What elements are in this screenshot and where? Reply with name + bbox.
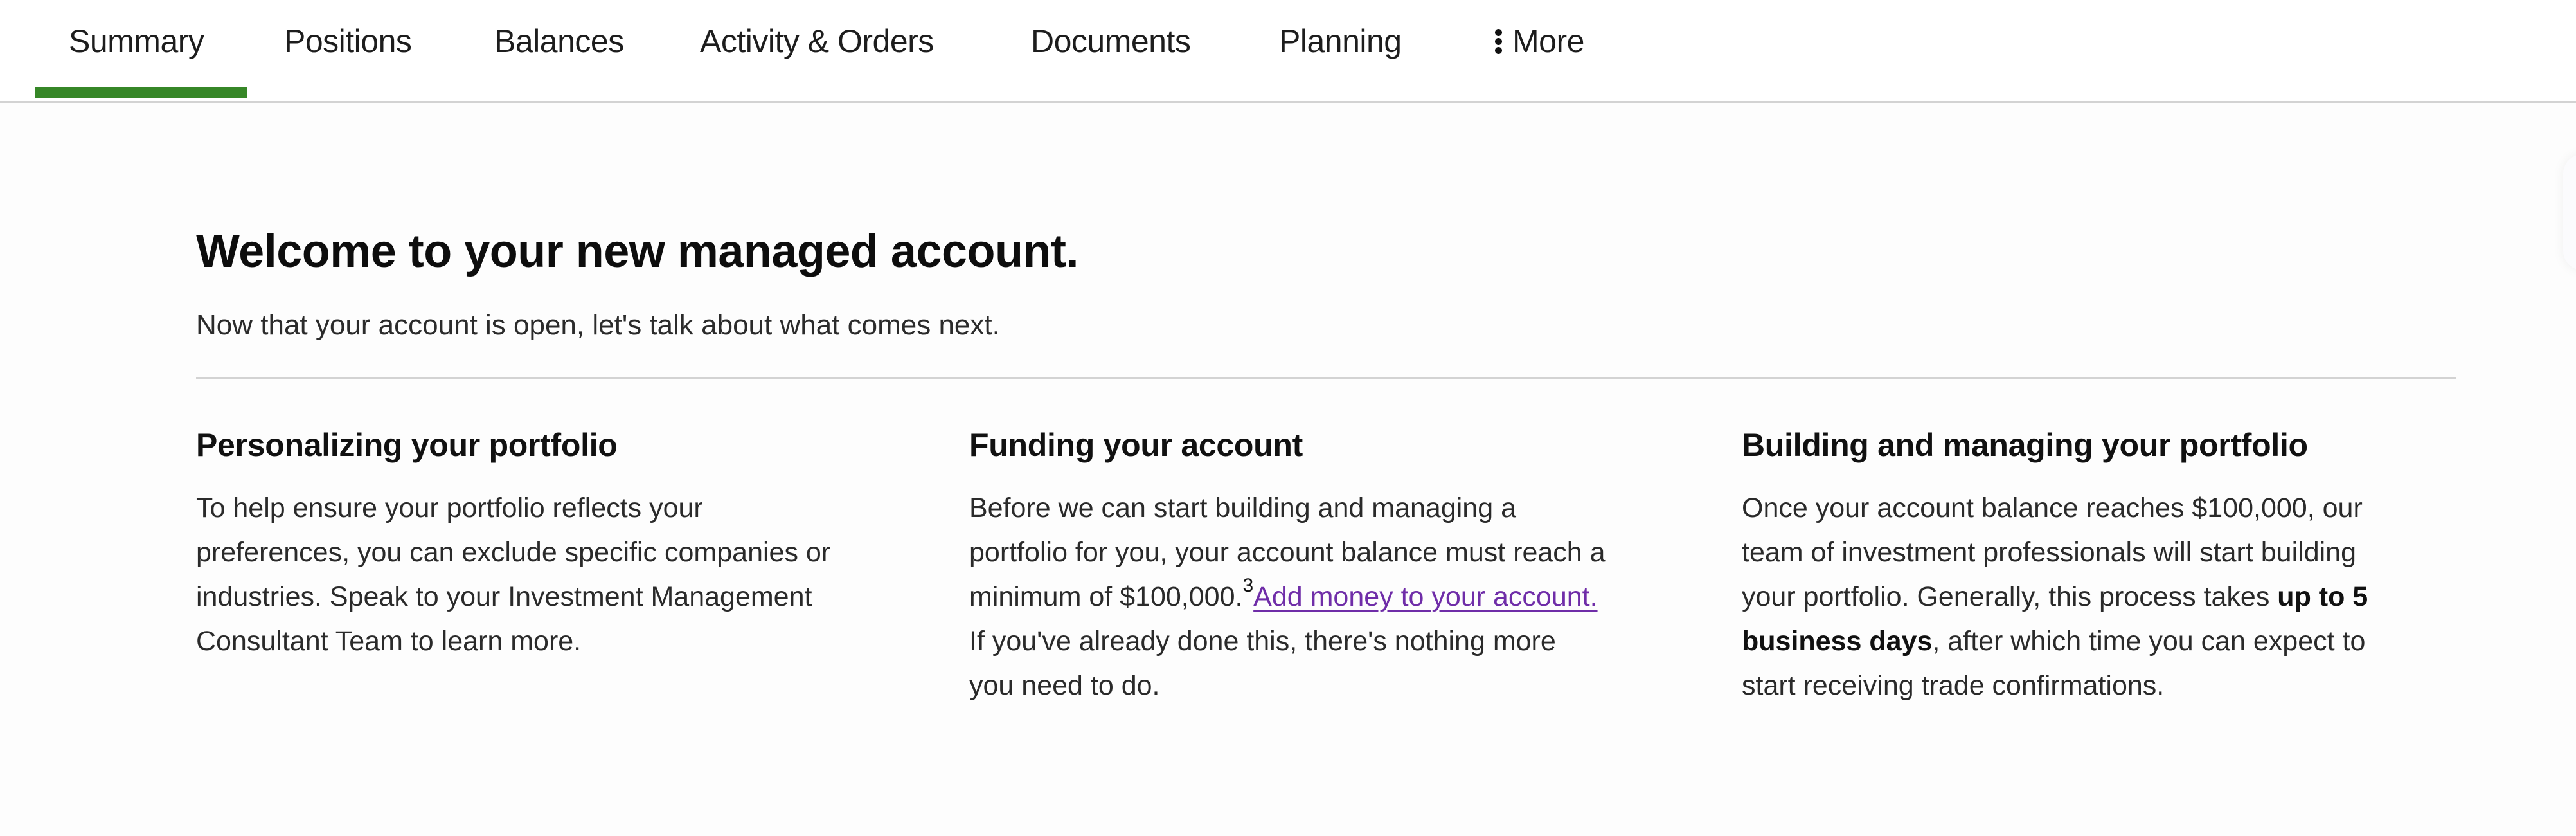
section-heading: Building and managing your portfolio <box>1742 427 2308 463</box>
floating-side-tab[interactable] <box>2563 154 2576 270</box>
funding-section: Funding your account Before we can start… <box>969 423 1683 701</box>
body-line: business days, after which time you can … <box>1742 619 2455 664</box>
body-line: To help ensure your portfolio reflects y… <box>196 493 703 523</box>
body-line: minimum of $100,000.3Add money to your a… <box>969 575 1683 619</box>
section-body: Once your account balance reaches $100,0… <box>1742 486 2455 708</box>
minimum-balance-text: minimum of $100,000. <box>969 581 1243 612</box>
section-body: Before we can start building and managin… <box>969 486 1683 708</box>
body-line: Consultant Team to learn more. <box>196 626 582 657</box>
section-heading: Funding your account <box>969 427 1303 463</box>
body-line: If you've already done this, there's not… <box>969 626 1556 657</box>
personalizing-section: Personalizing your portfolio To help ens… <box>196 423 909 657</box>
tab-more-label: More <box>1512 23 1584 59</box>
add-money-link[interactable]: Add money to your account. <box>1253 581 1597 612</box>
tab-more[interactable]: More <box>1494 19 1584 63</box>
timeframe-bold-2: business days <box>1742 626 1933 657</box>
tab-positions[interactable]: Positions <box>284 19 412 63</box>
body-line: industries. Speak to your Investment Man… <box>196 581 812 612</box>
body-line: team of investment professionals will st… <box>1742 537 2356 568</box>
body-line: portfolio for you, your account balance … <box>969 537 1606 568</box>
tab-planning[interactable]: Planning <box>1279 19 1402 63</box>
body-line: start receiving trade confirmations. <box>1742 670 2165 701</box>
section-body: To help ensure your portfolio reflects y… <box>196 486 909 664</box>
body-line: Once your account balance reaches $100,0… <box>1742 493 2363 523</box>
page-subtitle: Now that your account is open, let's tal… <box>196 309 1000 341</box>
active-tab-indicator <box>35 87 247 98</box>
expectation-text: , after which time you can expect to <box>1932 626 2366 657</box>
body-line: preferences, you can exclude specific co… <box>196 537 831 568</box>
building-managing-section: Building and managing your portfolio Onc… <box>1742 423 2455 701</box>
tab-balances[interactable]: Balances <box>494 19 624 63</box>
page-title: Welcome to your new managed account. <box>196 226 1078 277</box>
timeframe-bold-1: up to 5 <box>2277 581 2368 612</box>
tab-summary[interactable]: Summary <box>69 19 204 63</box>
section-divider <box>196 377 2456 379</box>
footnote-marker[interactable]: 3 <box>1242 575 1253 596</box>
vertical-ellipsis-icon <box>1494 28 1502 55</box>
account-tab-bar: Summary Positions Balances Activity & Or… <box>0 0 2576 103</box>
tab-documents[interactable]: Documents <box>1031 19 1191 63</box>
section-heading: Personalizing your portfolio <box>196 427 618 463</box>
body-line: your portfolio. Generally, this process … <box>1742 575 2455 619</box>
process-text: your portfolio. Generally, this process … <box>1742 581 2278 612</box>
body-line: Before we can start building and managin… <box>969 493 1516 523</box>
tab-activity-orders[interactable]: Activity & Orders <box>700 19 934 63</box>
body-line: you need to do. <box>969 670 1160 701</box>
